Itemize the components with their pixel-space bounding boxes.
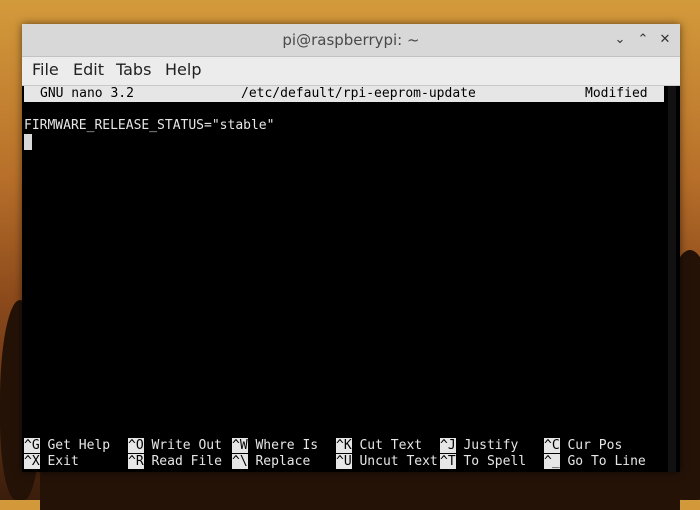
shortcut-key: ^J [440, 438, 456, 453]
title-bar[interactable]: pi@raspberrypi: ~ ⌄ ⌃ ✕ [22, 24, 680, 57]
shortcut-exit[interactable]: ^X Exit [24, 454, 79, 470]
shortcut-label: To Spell [463, 454, 527, 469]
shortcut-key: ^T [440, 454, 456, 469]
menu-help[interactable]: Help [165, 60, 201, 79]
shortcut-key: ^C [544, 438, 560, 453]
shortcut-label: Go To Line [567, 454, 646, 469]
nano-filename: /etc/default/rpi-eeprom-update [241, 86, 476, 101]
terminal-area[interactable]: GNU nano 3.2 /etc/default/rpi-eeprom-upd… [22, 86, 680, 472]
shortcut-key: ^X [24, 454, 40, 469]
shortcut-key: ^K [336, 438, 352, 453]
nano-shortcuts: ^G Get Help ^O Write Out ^W Where Is ^K … [24, 438, 669, 470]
nano-header: GNU nano 3.2 /etc/default/rpi-eeprom-upd… [24, 86, 664, 102]
file-content-line[interactable]: FIRMWARE_RELEASE_STATUS="stable" [24, 118, 274, 134]
shortcut-uncut-text[interactable]: ^U Uncut Text [336, 454, 438, 470]
shortcut-key: ^_ [544, 454, 560, 469]
scrollbar[interactable] [668, 86, 676, 472]
shortcut-read-file[interactable]: ^R Read File [128, 454, 222, 470]
shortcut-key: ^R [128, 454, 144, 469]
shortcut-label: Replace [255, 454, 311, 469]
shortcut-key: ^U [336, 454, 352, 469]
shortcut-write-out[interactable]: ^O Write Out [128, 438, 222, 454]
shortcut-label: Cur Pos [567, 438, 623, 453]
shortcut-key: ^W [232, 438, 248, 453]
terminal-window: pi@raspberrypi: ~ ⌄ ⌃ ✕ File Edit Tabs H… [22, 24, 680, 472]
shortcut-key: ^\ [232, 454, 248, 469]
menu-file[interactable]: File [32, 60, 59, 79]
menu-tabs[interactable]: Tabs [116, 60, 151, 79]
menu-edit[interactable]: Edit [73, 60, 104, 79]
window-title: pi@raspberrypi: ~ [282, 31, 420, 49]
shortcut-label: Where Is [255, 438, 319, 453]
shortcut-get-help[interactable]: ^G Get Help [24, 438, 110, 454]
shortcut-cut-text[interactable]: ^K Cut Text [336, 438, 422, 454]
menu-bar: File Edit Tabs Help [22, 57, 680, 86]
shortcut-to-spell[interactable]: ^T To Spell [440, 454, 526, 470]
shortcut-label: Read File [151, 454, 222, 469]
close-icon[interactable]: ✕ [657, 32, 673, 48]
shortcut-go-to-line[interactable]: ^_ Go To Line [544, 454, 646, 470]
text-cursor [24, 134, 32, 150]
shortcut-replace[interactable]: ^\ Replace [232, 454, 310, 470]
shortcut-key: ^G [24, 438, 40, 453]
nano-version: GNU nano 3.2 [40, 86, 134, 101]
minimize-icon[interactable]: ⌄ [612, 32, 628, 48]
shortcut-cur-pos[interactable]: ^C Cur Pos [544, 438, 622, 454]
shortcut-label: Exit [47, 454, 79, 469]
shortcut-label: Cut Text [359, 438, 423, 453]
shortcut-label: Write Out [151, 438, 222, 453]
shortcut-label: Get Help [47, 438, 111, 453]
shortcut-justify[interactable]: ^J Justify [440, 438, 518, 454]
shortcut-where-is[interactable]: ^W Where Is [232, 438, 318, 454]
nano-status: Modified [585, 86, 648, 101]
maximize-icon[interactable]: ⌃ [635, 32, 651, 48]
shortcut-label: Justify [463, 438, 519, 453]
shortcut-key: ^O [128, 438, 144, 453]
shortcut-label: Uncut Text [359, 454, 438, 469]
